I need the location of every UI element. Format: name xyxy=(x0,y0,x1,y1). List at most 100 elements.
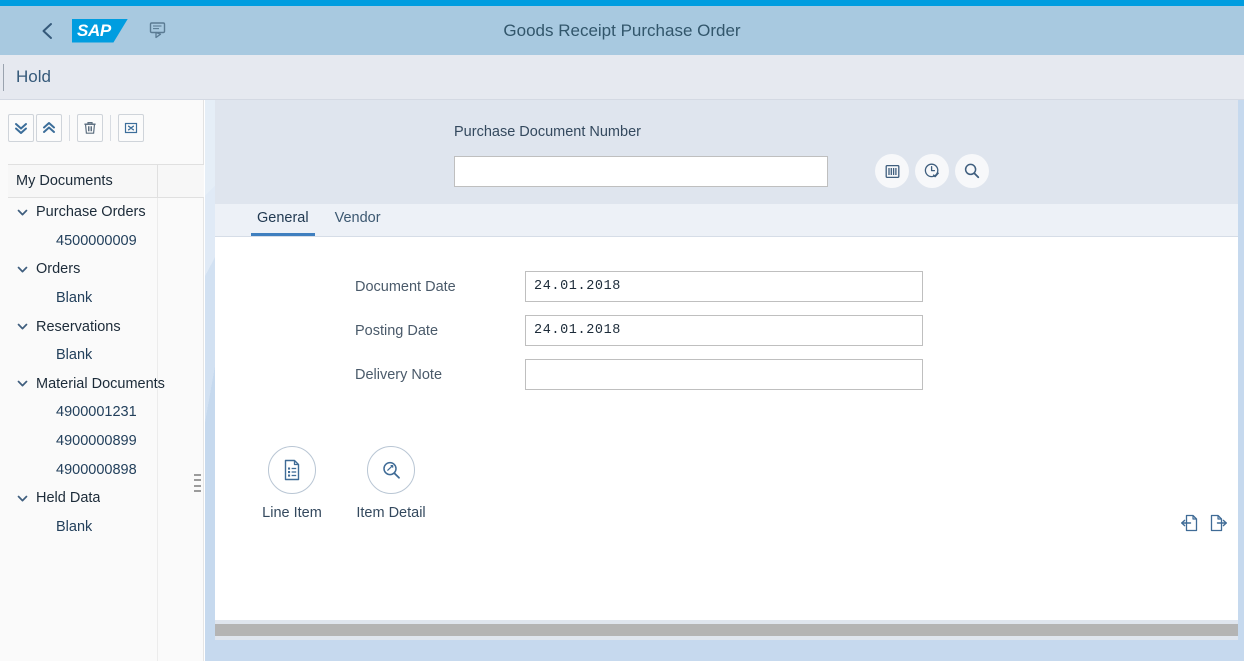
sap-logo-text: SAP xyxy=(77,20,111,40)
tree-node-label: 4900001231 xyxy=(56,404,137,421)
tree-group-material-documents[interactable]: Material Documents xyxy=(8,370,203,399)
line-item-icon-wrap xyxy=(268,446,316,494)
tree-node-label: Held Data xyxy=(36,490,101,507)
tab-strip: General Vendor xyxy=(215,204,1238,237)
tree-node-label: Purchase Orders xyxy=(36,204,146,221)
line-item-label: Line Item xyxy=(262,505,322,521)
comment-button[interactable] xyxy=(146,18,172,44)
content-card: Purchase Document Number General Vendor … xyxy=(215,100,1238,640)
tree-item-4900000899[interactable]: 4900000899 xyxy=(8,427,203,456)
barcode-scan-button[interactable] xyxy=(875,154,909,188)
delete-button[interactable] xyxy=(77,114,103,142)
history-button[interactable] xyxy=(915,154,949,188)
scrollbar-thumb[interactable] xyxy=(215,624,1238,636)
purchase-document-number-input[interactable] xyxy=(454,156,828,187)
tree-item-4500000009[interactable]: 4500000009 xyxy=(8,227,203,256)
comment-icon xyxy=(149,21,166,38)
page-navigation xyxy=(1180,513,1228,538)
page-previous-icon xyxy=(1181,514,1198,532)
tree-node-label: 4500000009 xyxy=(56,232,137,249)
tree-node-label: 4900000898 xyxy=(56,461,137,478)
close-button[interactable] xyxy=(118,114,144,142)
tree-node-label: Blank xyxy=(56,347,93,364)
tree-header: My Documents xyxy=(8,164,204,199)
panel-splitter-handle[interactable] xyxy=(194,474,201,492)
delivery-note-input[interactable] xyxy=(525,359,923,390)
search-icon xyxy=(964,163,980,179)
sub-header: Hold xyxy=(0,55,1244,100)
grip-line xyxy=(194,489,201,492)
barcode-icon xyxy=(885,164,899,178)
tree-item-held-data-blank[interactable]: Blank xyxy=(8,513,203,542)
grip-line xyxy=(194,479,201,482)
tree-node-label: 4900000899 xyxy=(56,433,137,450)
form-row-delivery-note: Delivery Note xyxy=(355,359,923,390)
tree-node-label: Material Documents xyxy=(36,375,165,392)
tree-item-orders-blank[interactable]: Blank xyxy=(8,284,203,313)
toolbar-separator xyxy=(69,115,70,141)
tree-node-label: Reservations xyxy=(36,318,121,335)
tree-node-label: Orders xyxy=(36,261,81,278)
document-date-label: Document Date xyxy=(355,278,456,295)
page-title: Goods Receipt Purchase Order xyxy=(503,21,741,40)
purchase-document-number-label: Purchase Document Number xyxy=(454,124,641,140)
trash-icon xyxy=(84,122,96,134)
form-panel: Document Date Posting Date Delivery Note xyxy=(215,237,1238,620)
tree-group-purchase-orders[interactable]: Purchase Orders xyxy=(8,198,203,227)
sub-header-title: Hold xyxy=(16,67,51,86)
chevron-left-icon xyxy=(42,22,52,39)
expand-all-button[interactable] xyxy=(8,114,34,142)
tab-general[interactable]: General xyxy=(251,210,315,236)
tree-group-orders[interactable]: Orders xyxy=(8,255,203,284)
chevron-down-icon[interactable] xyxy=(8,377,36,390)
shell-header: SAP Goods Receipt Purchase Order xyxy=(0,6,1244,55)
main-area: Purchase Document Number General Vendor … xyxy=(205,100,1244,661)
delivery-note-label: Delivery Note xyxy=(355,366,443,383)
left-panel-toolbar xyxy=(0,100,204,156)
tree-node-label: Blank xyxy=(56,518,93,535)
clock-check-icon xyxy=(924,163,939,178)
horizontal-scrollbar[interactable] xyxy=(215,624,1238,636)
close-box-icon xyxy=(124,122,138,134)
posting-date-input[interactable] xyxy=(525,315,923,346)
toolbar-separator-2 xyxy=(110,115,111,141)
double-chevron-down-icon xyxy=(15,123,27,134)
item-detail-button[interactable]: Item Detail xyxy=(336,446,446,521)
chevron-down-icon[interactable] xyxy=(8,492,36,505)
back-button[interactable] xyxy=(30,14,64,48)
tree-node-label: Blank xyxy=(56,290,93,307)
form-row-posting-date: Posting Date xyxy=(355,315,923,346)
left-panel: My Documents Purchase Orders 4500000009 … xyxy=(0,100,204,661)
magnifier-detail-icon xyxy=(382,461,400,479)
tree-group-reservations[interactable]: Reservations xyxy=(8,312,203,341)
chevron-down-icon[interactable] xyxy=(8,263,36,276)
collapse-all-button[interactable] xyxy=(36,114,62,142)
tree-item-reservations-blank[interactable]: Blank xyxy=(8,341,203,370)
app-root: SAP Goods Receipt Purchase Order Hold My… xyxy=(0,0,1244,661)
item-detail-label: Item Detail xyxy=(356,505,426,521)
next-page-button[interactable] xyxy=(1210,513,1228,538)
posting-date-label: Posting Date xyxy=(355,322,439,339)
tree-item-4900000898[interactable]: 4900000898 xyxy=(8,455,203,484)
tree-header-divider xyxy=(157,165,158,199)
chevron-down-icon[interactable] xyxy=(8,320,36,333)
page-next-icon xyxy=(1210,514,1227,532)
line-item-button[interactable]: Line Item xyxy=(237,446,347,521)
grip-line xyxy=(194,484,201,487)
tab-vendor[interactable]: Vendor xyxy=(329,210,387,236)
document-list-icon xyxy=(284,459,300,481)
document-tree: Purchase Orders 4500000009 Orders Blank xyxy=(8,198,204,661)
chevron-down-icon[interactable] xyxy=(8,206,36,219)
search-button[interactable] xyxy=(955,154,989,188)
tree-group-held-data[interactable]: Held Data xyxy=(8,484,203,513)
tree-item-4900001231[interactable]: 4900001231 xyxy=(8,398,203,427)
sap-logo[interactable]: SAP xyxy=(72,18,128,43)
tree-header-label: My Documents xyxy=(16,173,113,189)
form-row-document-date: Document Date xyxy=(355,271,923,302)
item-detail-icon-wrap xyxy=(367,446,415,494)
document-date-input[interactable] xyxy=(525,271,923,302)
previous-page-button[interactable] xyxy=(1180,513,1198,538)
double-chevron-up-icon xyxy=(43,122,55,133)
grip-line xyxy=(194,474,201,476)
sub-header-rule xyxy=(3,63,4,91)
